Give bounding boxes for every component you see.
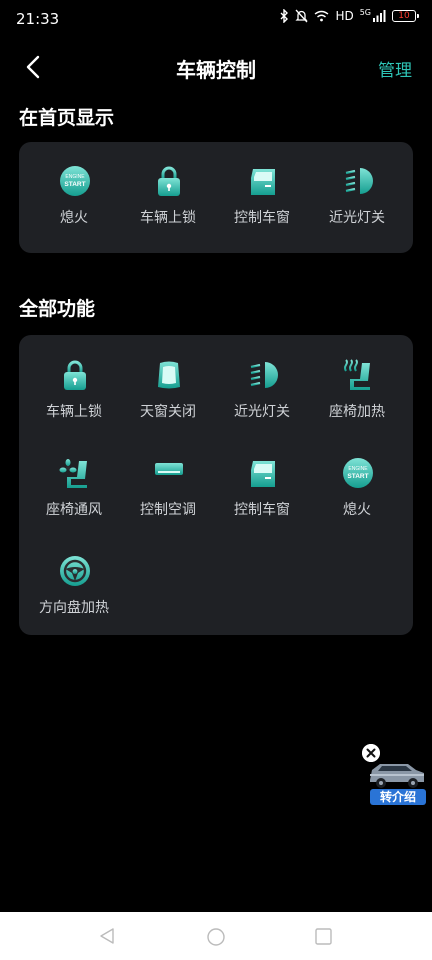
- section-title-all: 全部功能: [19, 298, 96, 320]
- lock-icon: [156, 166, 182, 197]
- tile-vehicle-lock[interactable]: 车辆上锁: [120, 165, 216, 245]
- tile-label: 控制车窗: [234, 210, 290, 226]
- network-type: HD: [335, 9, 354, 23]
- signal-icon: [373, 10, 386, 22]
- tile-low-beam-off[interactable]: 近光灯关: [214, 359, 310, 439]
- bluetooth-icon: [280, 9, 289, 23]
- tile-label: 控制车窗: [234, 502, 290, 518]
- referral-float-banner[interactable]: 转介绍: [362, 742, 426, 808]
- all-functions-card: 车辆上锁 天窗关闭 近光灯关 座椅加热 座椅通风 控制空调 控制车窗 熄火 方向…: [19, 335, 413, 635]
- suv-car-icon: [370, 764, 424, 788]
- tile-label: 座椅通风: [46, 502, 102, 518]
- tile-label: 近光灯关: [234, 404, 290, 420]
- tile-window-control[interactable]: 控制车窗: [214, 457, 310, 537]
- tile-label: 车辆上锁: [140, 210, 196, 226]
- tile-air-conditioner[interactable]: 控制空调: [120, 457, 216, 537]
- tile-window-control[interactable]: 控制车窗: [214, 165, 310, 245]
- tile-label: 座椅加热: [329, 404, 385, 420]
- page-title: 车辆控制: [176, 58, 256, 82]
- tile-engine-off[interactable]: 熄火: [309, 457, 405, 537]
- wifi-icon: [315, 10, 329, 22]
- engine-start-icon: [60, 166, 90, 196]
- tile-low-beam-off[interactable]: 近光灯关: [309, 165, 405, 245]
- tile-steering-wheel-heating[interactable]: 方向盘加热: [26, 555, 122, 635]
- tile-sunroof-close[interactable]: 天窗关闭: [120, 359, 216, 439]
- close-icon[interactable]: [362, 744, 380, 762]
- seat-vent-icon: [59, 459, 87, 488]
- nav-recents-icon[interactable]: [315, 928, 332, 945]
- engine-start-icon: [343, 458, 373, 488]
- car-window-icon: [251, 461, 275, 487]
- car-window-icon: [251, 169, 275, 195]
- air-conditioner-icon: [153, 461, 185, 486]
- tile-label: 熄火: [60, 210, 88, 226]
- status-time: 21:33: [16, 10, 60, 28]
- status-icons: HD 5G 10: [279, 7, 419, 23]
- tile-label: 天窗关闭: [140, 404, 196, 420]
- system-nav-bar: [0, 912, 432, 960]
- header: 车辆控制 管理: [0, 44, 432, 88]
- lock-icon: [62, 360, 88, 391]
- battery-icon: 10: [392, 10, 419, 22]
- nav-back-icon[interactable]: [98, 927, 116, 945]
- tile-label: 控制空调: [140, 502, 196, 518]
- manage-button[interactable]: 管理: [378, 56, 412, 81]
- home-shortcuts-card: 熄火 车辆上锁 控制车窗 近光灯关: [19, 142, 413, 253]
- section-title-home: 在首页显示: [19, 107, 115, 129]
- tile-seat-ventilation[interactable]: 座椅通风: [26, 457, 122, 537]
- status-bar: 21:33 HD 5G 10: [0, 0, 432, 40]
- referral-label: 转介绍: [370, 789, 426, 805]
- tile-label: 方向盘加热: [39, 600, 109, 616]
- low-beam-icon: [249, 360, 279, 390]
- tile-engine-off[interactable]: 熄火: [26, 165, 122, 245]
- tile-seat-heating[interactable]: 座椅加热: [309, 359, 405, 439]
- mute-bell-icon: [295, 9, 309, 23]
- steering-wheel-heat-icon: [59, 555, 91, 587]
- tile-label: 车辆上锁: [46, 404, 102, 420]
- nav-home-icon[interactable]: [206, 927, 226, 947]
- tile-label: 熄火: [343, 502, 371, 518]
- sunroof-icon: [158, 361, 180, 389]
- tile-label: 近光灯关: [329, 210, 385, 226]
- low-beam-icon: [344, 166, 374, 196]
- seat-heat-icon: [344, 359, 371, 391]
- signal-type: 5G: [359, 7, 371, 17]
- tile-vehicle-lock[interactable]: 车辆上锁: [26, 359, 122, 439]
